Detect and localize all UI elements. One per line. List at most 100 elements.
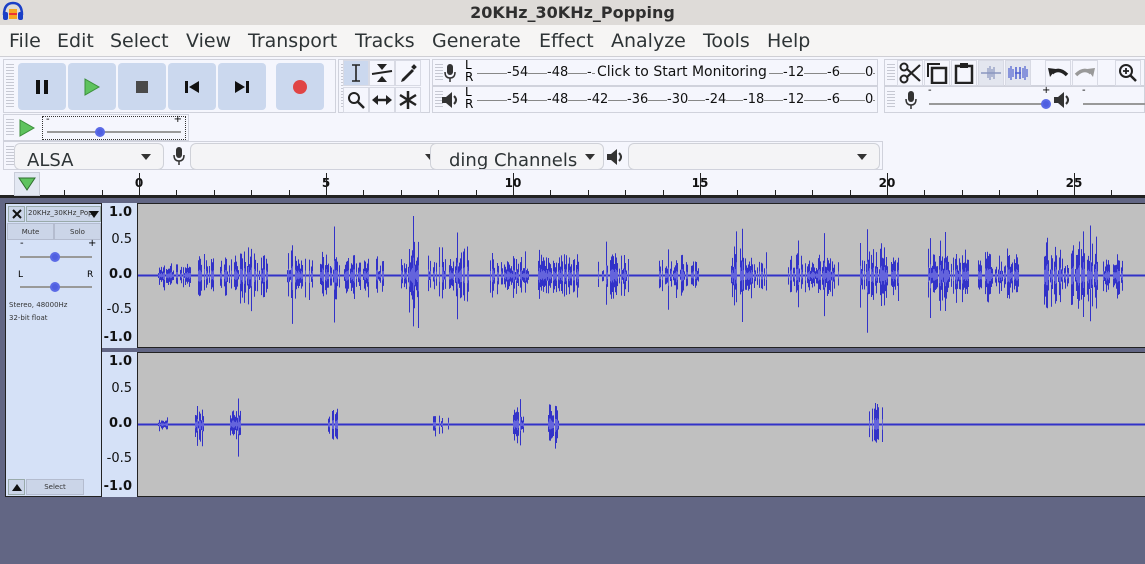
copy-icon xyxy=(927,63,948,84)
menu-tools[interactable]: Tools xyxy=(703,30,750,52)
speaker-icon xyxy=(607,149,622,165)
zoom-tool-button[interactable] xyxy=(343,87,369,113)
pause-button[interactable] xyxy=(18,63,66,110)
meter-tick: -54 xyxy=(507,65,529,80)
channel-labels: L R xyxy=(465,85,474,111)
ruler-tick xyxy=(214,190,215,195)
paste-button[interactable] xyxy=(951,60,977,86)
envelope-tool-button[interactable] xyxy=(369,60,395,86)
ruler-tick xyxy=(363,190,364,195)
select-track-button[interactable]: Select xyxy=(26,479,84,495)
playback-speed-slider[interactable]: - + xyxy=(42,114,186,140)
track-format-info: Stereo, 48000Hz xyxy=(9,301,68,309)
selection-tool-button[interactable] xyxy=(343,60,369,86)
trim-icon xyxy=(981,66,1001,80)
record-button[interactable] xyxy=(276,63,324,110)
speaker-icon xyxy=(442,92,457,108)
collapse-track-button[interactable] xyxy=(8,479,25,495)
record-meter-button[interactable] xyxy=(439,61,461,85)
meter-tick: -42 xyxy=(587,92,609,107)
edit-toolbar xyxy=(884,59,1145,86)
undo-button[interactable] xyxy=(1045,60,1071,86)
magnifier-icon xyxy=(348,92,365,109)
meter-tick: -54 xyxy=(507,92,529,107)
asterisk-icon xyxy=(399,91,417,109)
meter-tick: -18 xyxy=(743,92,765,107)
stop-icon xyxy=(136,80,148,93)
start-monitoring-button[interactable]: Click to Start Monitoring xyxy=(595,64,769,80)
cut-button[interactable] xyxy=(897,60,923,86)
ruler-tick xyxy=(924,190,925,195)
toolbar-grip[interactable] xyxy=(6,119,14,136)
toolbar-area: L R -54 -48 - 8 -12 -6 0 Click to Start … xyxy=(0,57,1145,170)
skip-to-end-button[interactable] xyxy=(218,63,266,110)
copy-button[interactable] xyxy=(924,60,950,86)
trim-audio-button[interactable] xyxy=(978,60,1004,86)
time-shift-tool-button[interactable] xyxy=(369,87,395,113)
chevron-down-icon xyxy=(857,154,867,160)
chevron-down-icon xyxy=(585,154,595,160)
record-icon xyxy=(293,79,307,94)
menu-select[interactable]: Select xyxy=(110,30,169,52)
ruler-tick xyxy=(887,173,888,195)
meter-tick: 0 xyxy=(865,92,874,107)
play-icon xyxy=(19,119,35,137)
toolbar-grip[interactable] xyxy=(6,146,14,165)
microphone-icon xyxy=(444,64,456,82)
menu-view[interactable]: View xyxy=(186,30,231,52)
playback-device-select[interactable] xyxy=(628,143,880,169)
track-control-panel: 20KHz_30KHz_Popp Mute Solo - + L R Stere… xyxy=(5,203,102,497)
draw-tool-button[interactable] xyxy=(395,60,421,86)
scissors-icon xyxy=(899,62,921,84)
ruler-tick xyxy=(588,190,589,195)
record-volume-slider[interactable] xyxy=(929,103,1047,105)
toolbar-grip[interactable] xyxy=(887,91,895,108)
timeline-options-button[interactable] xyxy=(14,172,40,196)
toolbar-grip[interactable] xyxy=(887,64,895,81)
meter-tick: -12 xyxy=(783,92,805,107)
menu-tracks[interactable]: Tracks xyxy=(355,30,415,52)
ruler-tick xyxy=(102,190,103,195)
menu-analyze[interactable]: Analyze xyxy=(611,30,686,52)
zoom-in-icon xyxy=(1119,64,1137,82)
pause-icon xyxy=(36,79,48,94)
menu-generate[interactable]: Generate xyxy=(432,30,521,52)
menu-bar: File Edit Select View Transport Tracks G… xyxy=(0,25,1145,57)
gain-thumb[interactable] xyxy=(50,252,60,262)
close-track-button[interactable] xyxy=(8,206,25,222)
pan-thumb[interactable] xyxy=(50,282,60,292)
playback-meter-button[interactable] xyxy=(439,88,461,112)
toolbar-grip[interactable] xyxy=(6,64,14,108)
waveform-left-channel[interactable] xyxy=(138,203,1145,348)
zoom-in-button[interactable] xyxy=(1115,60,1141,86)
waveform-right-channel[interactable] xyxy=(138,352,1145,497)
stop-button[interactable] xyxy=(118,63,166,110)
ruler-tick xyxy=(850,190,851,195)
skip-to-start-button[interactable] xyxy=(168,63,216,110)
menu-edit[interactable]: Edit xyxy=(57,30,94,52)
audio-host-select[interactable]: ALSA xyxy=(14,143,164,169)
play-button[interactable] xyxy=(68,63,116,110)
mute-button[interactable]: Mute xyxy=(7,223,54,240)
menu-file[interactable]: File xyxy=(9,30,41,52)
pencil-icon xyxy=(401,64,417,82)
redo-button[interactable] xyxy=(1072,60,1098,86)
playback-volume-slider[interactable] xyxy=(1083,103,1145,105)
recording-device-select[interactable] xyxy=(190,143,448,169)
timeline-ruler[interactable]: 0 5 10 15 20 25 xyxy=(0,170,1145,198)
playback-speed-thumb[interactable] xyxy=(94,127,105,137)
silence-audio-button[interactable] xyxy=(1005,60,1031,86)
track-name-menu[interactable]: 20KHz_30KHz_Popp xyxy=(26,206,101,222)
ruler-tick xyxy=(326,173,327,195)
menu-effect[interactable]: Effect xyxy=(539,30,594,52)
title-bar: 20KHz_30KHz_Popping xyxy=(0,0,1145,25)
menu-transport[interactable]: Transport xyxy=(248,30,337,52)
play-at-speed-button[interactable] xyxy=(16,117,38,139)
multi-tool-button[interactable] xyxy=(395,87,421,113)
amplitude-ruler-left-channel: 1.0 0.5 0.0 -0.5 -1.0 xyxy=(102,203,138,348)
recording-channels-select[interactable]: ding Channels xyxy=(430,143,604,169)
menu-help[interactable]: Help xyxy=(767,30,810,52)
double-arrow-icon xyxy=(372,95,392,105)
playback-meter[interactable]: -54 -48 -42 -36 -30 -24 -18 -12 -6 0 xyxy=(477,87,875,113)
record-volume-thumb[interactable] xyxy=(1041,99,1051,109)
